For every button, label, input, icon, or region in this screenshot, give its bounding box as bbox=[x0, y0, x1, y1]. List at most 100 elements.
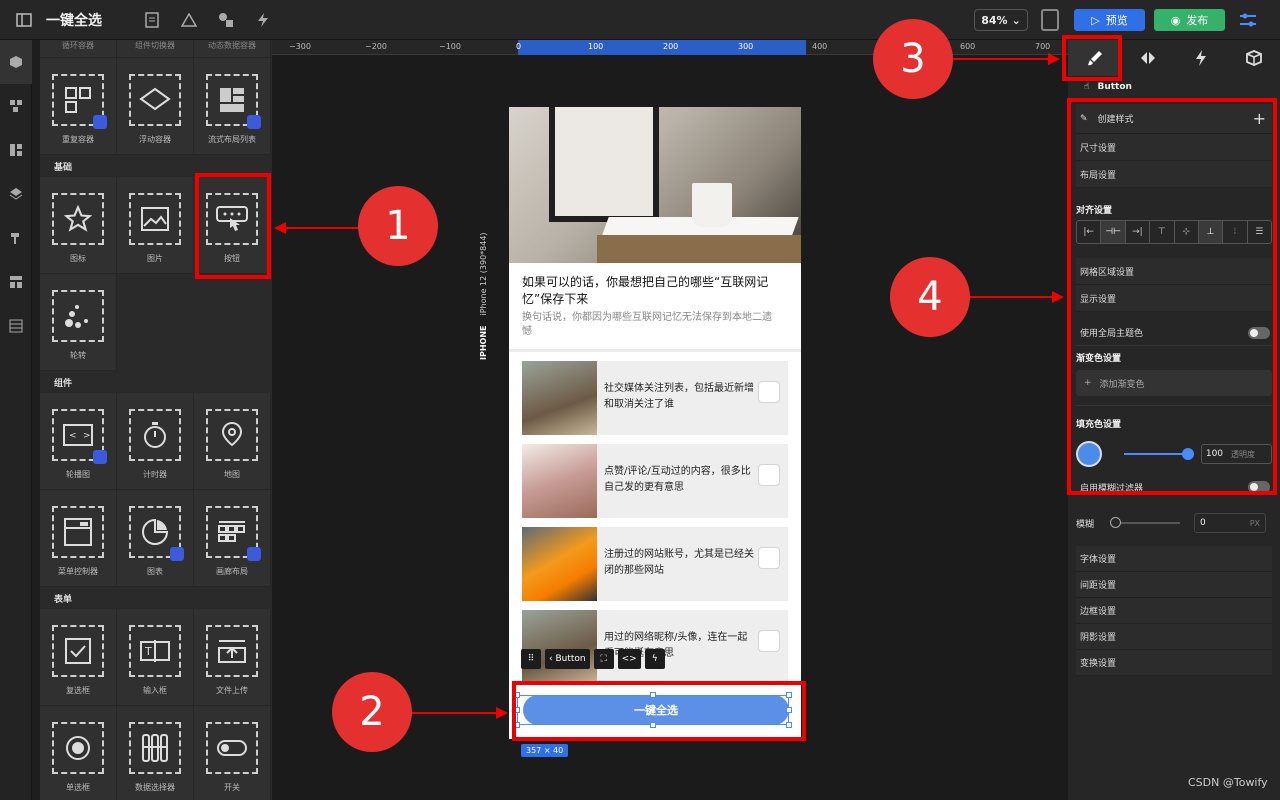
component-panel: 循环容器 组件切换器 动态数据容器 重复容器 浮动容器 流式布局列表 基础 图标 bbox=[40, 40, 272, 800]
code-icon[interactable]: <> bbox=[617, 649, 641, 669]
component-switcher[interactable]: 组件切换器 bbox=[117, 40, 194, 58]
component-label: 开关 bbox=[224, 783, 240, 792]
selection-toolbar: ⠿ ‹ Button ⛶ <> ϟ bbox=[521, 649, 665, 673]
annotation-box-3 bbox=[1062, 35, 1122, 81]
stopwatch-icon bbox=[129, 409, 181, 461]
checkbox-icon bbox=[52, 625, 104, 677]
article-subtitle[interactable]: 换句话说，你都因为哪些互联网记忆无法保存到本地二遗憾 bbox=[522, 311, 772, 339]
eye-icon: ◉ bbox=[1170, 13, 1181, 27]
ruler-tick: −300 bbox=[289, 42, 311, 51]
zoom-select[interactable]: 84% ⌄ bbox=[974, 9, 1028, 31]
component-dynamic-container[interactable]: 动态数据容器 bbox=[194, 40, 271, 58]
border-settings-row[interactable]: 边框设置 bbox=[1076, 598, 1272, 624]
component-checkbox[interactable]: 复选框 bbox=[40, 609, 117, 706]
sliders-icon[interactable] bbox=[1237, 9, 1259, 31]
component-label: 输入框 bbox=[143, 686, 167, 695]
list-item[interactable]: 注册过的网站账号，尤其是已经关闭的那些网站 bbox=[522, 527, 788, 601]
zoom-value: 84% bbox=[981, 13, 1008, 27]
lightning-icon[interactable] bbox=[251, 8, 275, 32]
component-flow-list[interactable]: 流式布局列表 bbox=[194, 58, 271, 155]
item-thumbnail bbox=[522, 444, 597, 518]
list-item[interactable]: 点赞/评论/互动过的内容，很多比自己发的更有意思 bbox=[522, 444, 788, 518]
item-text: 注册过的网站账号，尤其是已经关闭的那些网站 bbox=[604, 549, 754, 576]
rail-components-icon[interactable] bbox=[0, 40, 32, 84]
component-image[interactable]: 图片 bbox=[117, 177, 194, 274]
item-checkbox[interactable] bbox=[758, 464, 780, 486]
flow-layout-icon bbox=[206, 74, 261, 129]
drive-icon[interactable] bbox=[177, 8, 201, 32]
component-carousel-rotate[interactable]: 轮转 bbox=[40, 274, 117, 371]
expand-icon[interactable]: ⛶ bbox=[593, 649, 614, 669]
component-repeat-container[interactable]: 重复容器 bbox=[40, 58, 117, 155]
component-label: 画廊布局 bbox=[216, 567, 248, 576]
component-chart[interactable]: 图表 bbox=[117, 490, 194, 587]
rail-layers-icon[interactable] bbox=[0, 172, 32, 216]
component-loop-container[interactable]: 循环容器 bbox=[40, 40, 117, 58]
annotation-box-4 bbox=[1067, 98, 1277, 495]
font-settings-row[interactable]: 字体设置 bbox=[1076, 546, 1272, 572]
component-label: 组件切换器 bbox=[135, 41, 175, 50]
component-gallery-layout[interactable]: 画廊布局 bbox=[194, 490, 271, 587]
rail-hammer-icon[interactable] bbox=[0, 216, 32, 260]
blur-slider[interactable] bbox=[1110, 517, 1181, 528]
rail-table-icon[interactable] bbox=[0, 304, 32, 348]
shadow-settings-row[interactable]: 阴影设置 bbox=[1076, 624, 1272, 650]
device-phone-icon[interactable] bbox=[1041, 9, 1059, 31]
blur-slider-knob[interactable] bbox=[1110, 517, 1122, 528]
component-file-upload[interactable]: 文件上传 bbox=[194, 609, 271, 706]
blur-input[interactable]: 0 PX bbox=[1194, 513, 1267, 533]
image-icon bbox=[129, 193, 181, 245]
top-tools bbox=[140, 8, 275, 32]
selected-component-name: Button bbox=[1097, 82, 1132, 92]
component-label: 图片 bbox=[147, 254, 163, 263]
blur-label: 模糊 bbox=[1076, 519, 1095, 530]
component-menu-controller[interactable]: 菜单控制器 bbox=[40, 490, 117, 587]
action-lightning-icon[interactable]: ϟ bbox=[644, 649, 665, 669]
article-title[interactable]: 如果可以的话，你最想把自己的哪些“互联网记忆”保存下来 bbox=[522, 274, 784, 308]
component-float-container[interactable]: 浮动容器 bbox=[117, 58, 194, 155]
box-3d-icon[interactable] bbox=[1227, 40, 1280, 76]
item-checkbox[interactable] bbox=[758, 381, 780, 403]
action-bolt-icon[interactable] bbox=[1174, 40, 1227, 76]
phone-frame[interactable]: 如果可以的话，你最想把自己的哪些“互联网记忆”保存下来 换句话说，你都因为哪些互… bbox=[509, 107, 801, 739]
top-left: 一键全选 bbox=[12, 8, 102, 32]
preview-button[interactable]: ▷ 预览 bbox=[1074, 9, 1145, 31]
annotation-arrow-4 bbox=[968, 296, 1054, 298]
item-checkbox[interactable] bbox=[758, 630, 780, 652]
transition-icon[interactable] bbox=[1121, 40, 1174, 76]
spacing-settings-row[interactable]: 间距设置 bbox=[1076, 572, 1272, 598]
picker-columns-icon bbox=[129, 722, 181, 774]
component-timer[interactable]: 计时器 bbox=[117, 393, 194, 490]
rail-modules-icon[interactable] bbox=[0, 84, 32, 128]
component-icon[interactable]: 图标 bbox=[40, 177, 117, 274]
ruler-tick: 300 bbox=[738, 42, 754, 51]
component-map[interactable]: 地图 bbox=[194, 393, 271, 490]
component-input[interactable]: T 输入框 bbox=[117, 609, 194, 706]
component-switch[interactable]: 开关 bbox=[194, 706, 271, 800]
annotation-marker-4: 4 bbox=[890, 257, 970, 337]
selected-component-label: Button bbox=[555, 654, 586, 664]
components-form-row2: 单选框 数据选择器 开关 bbox=[40, 706, 272, 800]
drag-handle-icon[interactable]: ⠿ bbox=[521, 649, 541, 669]
component-label: 地图 bbox=[224, 470, 240, 479]
item-checkbox[interactable] bbox=[758, 547, 780, 569]
list-item[interactable]: 社交媒体关注列表，包括最近新增和取消关注了谁 bbox=[522, 361, 788, 435]
parent-select-button[interactable]: ‹ Button bbox=[545, 649, 590, 669]
components-basic-row2: 轮转 bbox=[40, 274, 272, 371]
component-carousel[interactable]: < > 轮播图 bbox=[40, 393, 117, 490]
rail-layout-icon[interactable] bbox=[0, 260, 32, 304]
component-label: 数据选择器 bbox=[135, 783, 175, 792]
annotation-marker-3: 3 bbox=[873, 19, 953, 99]
hero-image[interactable] bbox=[509, 107, 801, 263]
dots-rotate-icon bbox=[52, 290, 104, 342]
sidebar-toggle-icon[interactable] bbox=[12, 8, 36, 32]
transform-settings-row[interactable]: 变换设置 bbox=[1076, 650, 1272, 676]
component-data-picker[interactable]: 数据选择器 bbox=[117, 706, 194, 800]
publish-button[interactable]: ◉ 发布 bbox=[1154, 9, 1225, 31]
rail-pages-icon[interactable] bbox=[0, 128, 32, 172]
shapes-icon[interactable] bbox=[214, 8, 238, 32]
document-icon[interactable] bbox=[140, 8, 164, 32]
database-badge-icon bbox=[93, 115, 107, 129]
star-icon bbox=[52, 193, 104, 245]
component-radio[interactable]: 单选框 bbox=[40, 706, 117, 800]
